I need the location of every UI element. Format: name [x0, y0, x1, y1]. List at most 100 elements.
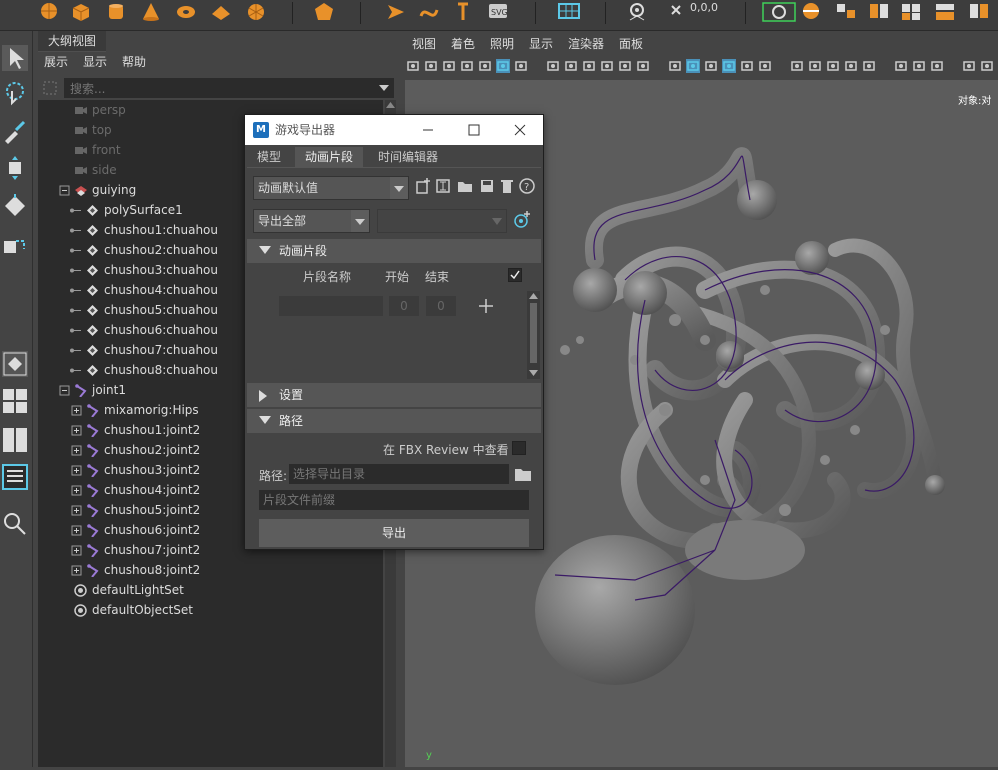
help-icon[interactable]: ? [519, 178, 535, 194]
gate-mask-icon[interactable] [582, 59, 596, 73]
expand-icon[interactable] [70, 544, 83, 557]
light-icon[interactable] [385, 2, 407, 22]
menu-lighting[interactable]: 照明 [490, 34, 514, 54]
section-animation-clips[interactable]: 动画片段 [247, 239, 541, 263]
layout-two-icon[interactable] [2, 427, 28, 453]
curve-icon[interactable] [418, 2, 440, 22]
delete-icon[interactable] [499, 178, 515, 194]
block-icon[interactable] [968, 2, 990, 22]
menu-panels[interactable]: 面板 [619, 34, 643, 54]
add-object-icon[interactable] [513, 211, 531, 229]
safe-title-icon[interactable] [636, 59, 650, 73]
tab-time-editor[interactable]: 时间编辑器 [367, 147, 449, 167]
polygon-icon[interactable] [313, 2, 335, 22]
close-icon[interactable] [497, 115, 543, 145]
scroll-down-icon[interactable] [529, 370, 538, 376]
menu-show[interactable]: 显示 [83, 52, 107, 72]
grid-toggle-icon[interactable] [514, 59, 528, 73]
dialog-titlebar[interactable]: M 游戏导出器 [245, 115, 543, 145]
default-material-icon[interactable] [704, 59, 718, 73]
outliner-tab[interactable]: 大纲视图 [38, 31, 106, 52]
preset-select[interactable]: 动画默认值 [253, 176, 409, 200]
fbx-review-checkbox[interactable] [512, 441, 526, 455]
exposure-icon[interactable] [980, 59, 994, 73]
select-all-checkbox[interactable] [508, 268, 522, 282]
object-select[interactable] [377, 209, 507, 233]
export-mode-select[interactable]: 导出全部 [253, 209, 370, 233]
outliner-layout-icon[interactable] [2, 464, 28, 490]
collapse-icon[interactable] [58, 184, 71, 197]
textured-icon[interactable] [740, 59, 754, 73]
motion-blur-icon[interactable] [826, 59, 840, 73]
shadows-icon[interactable] [790, 59, 804, 73]
smooth-shade-icon[interactable] [686, 59, 700, 73]
bookmark-icon[interactable] [442, 59, 456, 73]
menu-show[interactable]: 显示 [529, 34, 553, 54]
rotate-tool-icon[interactable] [2, 193, 28, 219]
image-plane-icon[interactable] [460, 59, 474, 73]
2d-pan-icon[interactable] [478, 59, 492, 73]
xray-joints-icon[interactable] [930, 59, 944, 73]
tab-animation-clips[interactable]: 动画片段 [295, 147, 363, 167]
expand-icon[interactable] [70, 404, 83, 417]
block-icon[interactable] [835, 2, 857, 22]
menu-shading[interactable]: 着色 [451, 34, 475, 54]
expand-icon[interactable] [70, 504, 83, 517]
select-tool-icon[interactable] [2, 45, 28, 71]
film-gate-icon[interactable] [546, 59, 560, 73]
field-chart-icon[interactable] [600, 59, 614, 73]
menu-renderer[interactable]: 渲染器 [568, 34, 604, 54]
open-folder-icon[interactable] [457, 178, 473, 194]
camera-select-icon[interactable] [406, 59, 420, 73]
resolution-gate-icon[interactable] [564, 59, 578, 73]
collapse-icon[interactable] [58, 384, 71, 397]
joint-icon[interactable] [452, 2, 474, 22]
scroll-up-icon[interactable] [529, 293, 538, 299]
plane-icon[interactable] [210, 2, 232, 22]
clip-prefix-input[interactable]: 片段文件前缀 [259, 490, 529, 510]
minimize-icon[interactable] [405, 115, 451, 145]
block-icon[interactable] [900, 2, 922, 22]
menu-help[interactable]: 帮助 [122, 52, 146, 72]
start-frame-input[interactable]: 0 [389, 296, 419, 316]
scroll-thumb[interactable] [530, 303, 537, 363]
sphere-icon[interactable] [38, 2, 60, 22]
layout-single-icon[interactable] [2, 351, 28, 377]
filter-icon[interactable] [42, 80, 58, 96]
disc-icon[interactable] [245, 2, 267, 22]
section-settings[interactable]: 设置 [247, 383, 541, 407]
edit-preset-icon[interactable] [435, 178, 451, 194]
lasso-tool-icon[interactable] [2, 81, 28, 107]
scale-tool-icon[interactable] [2, 229, 28, 255]
snap-icon[interactable] [762, 2, 796, 22]
clip-name-input[interactable] [279, 296, 383, 316]
grease-pencil-icon[interactable] [496, 59, 510, 73]
add-preset-icon[interactable] [415, 178, 431, 194]
tab-model[interactable]: 模型 [247, 147, 291, 167]
cylinder-icon[interactable] [105, 2, 127, 22]
layout-four-icon[interactable] [2, 388, 28, 414]
isolate-icon[interactable] [894, 59, 908, 73]
search-zoom-icon[interactable] [2, 511, 28, 537]
add-clip-icon[interactable] [477, 297, 495, 315]
ambient-occlusion-icon[interactable] [808, 59, 822, 73]
export-button[interactable]: 导出 [259, 519, 529, 547]
path-input[interactable]: 选择导出目录 [289, 464, 509, 484]
scroll-up-icon[interactable] [386, 102, 395, 108]
cone-icon[interactable] [140, 2, 162, 22]
save-icon[interactable] [479, 178, 495, 194]
wireframe-icon[interactable] [668, 59, 682, 73]
folder-icon[interactable] [514, 466, 532, 482]
hud-icon[interactable] [962, 59, 976, 73]
lighting-icon[interactable] [758, 59, 772, 73]
torus-icon[interactable] [175, 2, 197, 22]
grid-icon[interactable] [558, 2, 580, 22]
expand-icon[interactable] [70, 424, 83, 437]
chevron-down-icon[interactable] [378, 84, 390, 92]
paint-tool-icon[interactable] [2, 119, 28, 145]
xray-icon[interactable] [912, 59, 926, 73]
safe-action-icon[interactable] [618, 59, 632, 73]
section-path[interactable]: 路径 [247, 409, 541, 433]
search-input[interactable] [68, 79, 372, 98]
block-icon[interactable] [868, 2, 890, 22]
